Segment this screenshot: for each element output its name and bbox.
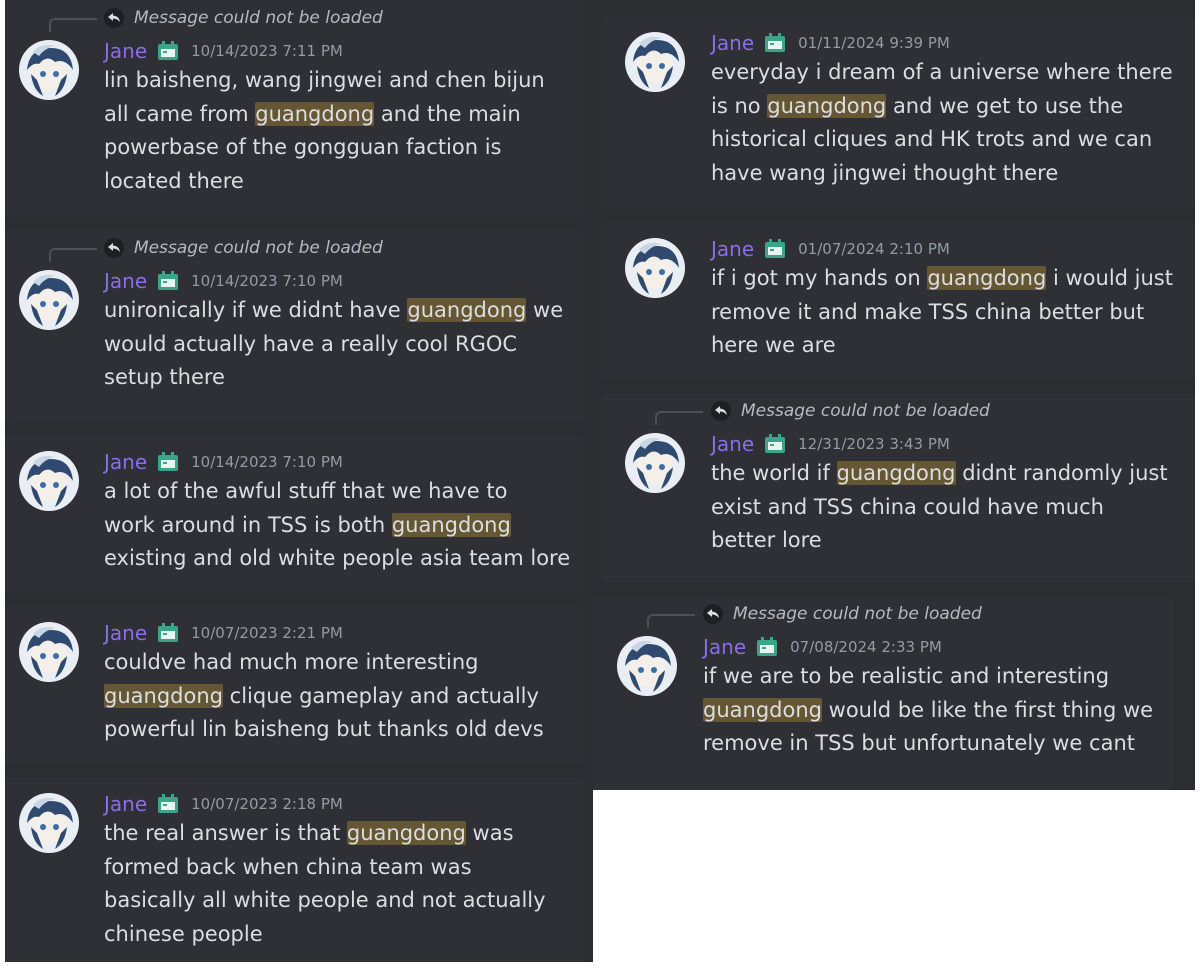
timestamp: 10/14/2023 7:11 PM — [191, 42, 343, 60]
highlighted-keyword: guangdong — [767, 93, 887, 118]
highlighted-keyword: guangdong — [703, 697, 822, 722]
chat-message[interactable]: Jane 10/14/2023 7:10 PM a lot of the awfu… — [5, 435, 584, 593]
calendar-badge-icon — [157, 623, 179, 643]
reply-spine — [49, 248, 97, 262]
calendar-badge-icon — [157, 271, 179, 291]
username[interactable]: Jane — [104, 791, 147, 817]
username[interactable]: Jane — [711, 431, 754, 457]
message-text: the world if guangdong didnt randomly ju… — [711, 457, 1186, 558]
avatar[interactable] — [625, 238, 685, 298]
reply-reference[interactable]: Message could not be loaded — [5, 236, 584, 262]
reply-arrow-icon — [104, 238, 124, 258]
timestamp: 10/07/2023 2:21 PM — [191, 624, 343, 642]
reply-reference[interactable]: Message could not be loaded — [593, 602, 1173, 628]
chat-message[interactable]: Jane 10/07/2023 2:21 PM couldve had much … — [5, 606, 584, 764]
highlighted-keyword: guangdong — [255, 101, 375, 126]
chat-message[interactable]: Message could not be loaded Jane 12/31/2… — [601, 393, 1194, 583]
calendar-badge-icon — [157, 794, 179, 814]
message-text: lin baisheng, wang jingwei and chen biju… — [104, 64, 576, 198]
avatar[interactable] — [19, 270, 79, 330]
message-header: Jane 10/07/2023 2:21 PM — [104, 620, 343, 646]
username[interactable]: Jane — [104, 620, 147, 646]
username[interactable]: Jane — [104, 449, 147, 475]
avatar[interactable] — [19, 40, 79, 100]
username[interactable]: Jane — [104, 38, 147, 64]
reply-spine — [647, 614, 695, 628]
chat-message[interactable]: Message could not be loaded Jane 07/08/2… — [593, 596, 1173, 790]
message-text: the real answer is that guangdong was fo… — [104, 817, 576, 951]
chat-message[interactable]: Jane 01/07/2024 2:10 PM if i got my hands… — [601, 222, 1194, 380]
message-text: couldve had much more interesting guangd… — [104, 646, 576, 747]
message-text: everyday i dream of a universe where the… — [711, 56, 1186, 190]
reply-arrow-icon — [703, 604, 723, 624]
username[interactable]: Jane — [711, 30, 754, 56]
message-text-segment: existing and old white people asia team … — [104, 546, 571, 570]
reply-arrow-icon — [711, 401, 731, 421]
chat-message[interactable]: Jane 01/11/2024 9:39 PM everyday i dream … — [601, 16, 1194, 209]
timestamp: 12/31/2023 3:43 PM — [798, 435, 950, 453]
chat-message[interactable]: Message could not be loaded Jane 10/14/2… — [5, 230, 584, 422]
calendar-badge-icon — [157, 452, 179, 472]
message-header: Jane 01/11/2024 9:39 PM — [711, 30, 950, 56]
avatar[interactable] — [19, 451, 79, 511]
timestamp: 07/08/2024 2:33 PM — [790, 638, 942, 656]
reply-placeholder-text: Message could not be loaded — [733, 604, 982, 624]
calendar-badge-icon — [157, 41, 179, 61]
highlighted-keyword: guangdong — [407, 298, 527, 322]
message-text: unironically if we didnt have guangdong … — [104, 294, 576, 395]
calendar-badge-icon — [764, 434, 786, 454]
username[interactable]: Jane — [711, 236, 754, 262]
chat-message[interactable]: Message could not be loaded Jane 10/14/2… — [5, 0, 584, 217]
calendar-badge-icon — [764, 239, 786, 259]
username[interactable]: Jane — [703, 634, 746, 660]
message-header: Jane 07/08/2024 2:33 PM — [703, 634, 942, 660]
reply-placeholder-text: Message could not be loaded — [134, 238, 383, 258]
timestamp: 01/11/2024 9:39 PM — [798, 34, 950, 52]
message-text: if i got my hands on guangdong i would j… — [711, 262, 1186, 363]
avatar[interactable] — [617, 636, 677, 696]
avatar[interactable] — [19, 793, 79, 853]
highlighted-keyword: guangdong — [104, 683, 223, 708]
timestamp: 01/07/2024 2:10 PM — [798, 240, 950, 258]
message-header: Jane 10/14/2023 7:10 PM — [104, 268, 343, 294]
message-text-segment: the world if — [711, 461, 837, 485]
message-text-segment: if we are to be realistic and interestin… — [703, 664, 1110, 688]
avatar[interactable] — [19, 622, 79, 682]
avatar[interactable] — [625, 32, 685, 92]
avatar[interactable] — [625, 433, 685, 493]
username[interactable]: Jane — [104, 268, 147, 294]
reply-spine — [49, 18, 97, 32]
message-header: Jane 10/14/2023 7:11 PM — [104, 38, 343, 64]
timestamp: 10/07/2023 2:18 PM — [191, 795, 343, 813]
timestamp: 10/14/2023 7:10 PM — [191, 453, 343, 471]
timestamp: 10/14/2023 7:10 PM — [191, 272, 343, 290]
reply-reference[interactable]: Message could not be loaded — [5, 6, 584, 32]
message-text-segment: the real answer is that — [104, 821, 347, 845]
highlighted-keyword: guangdong — [836, 461, 956, 485]
reply-placeholder-text: Message could not be loaded — [134, 8, 383, 28]
chat-message[interactable]: Jane 10/07/2023 2:18 PM the real answer i… — [5, 777, 584, 962]
calendar-badge-icon — [764, 33, 786, 53]
message-text-segment: unironically if we didnt have — [104, 298, 408, 322]
message-header: Jane 12/31/2023 3:43 PM — [711, 431, 950, 457]
calendar-badge-icon — [756, 637, 778, 657]
message-text-segment: if i got my hands on — [711, 266, 928, 290]
message-header: Jane 01/07/2024 2:10 PM — [711, 236, 950, 262]
message-text: if we are to be realistic and interestin… — [703, 660, 1165, 761]
message-text-segment: couldve had much more interesting — [104, 650, 479, 674]
reply-placeholder-text: Message could not be loaded — [741, 401, 990, 421]
reply-arrow-icon — [104, 8, 124, 28]
highlighted-keyword: guangdong — [346, 821, 466, 845]
message-text: a lot of the awful stuff that we have to… — [104, 475, 576, 576]
reply-reference[interactable]: Message could not be loaded — [601, 399, 1194, 425]
message-header: Jane 10/07/2023 2:18 PM — [104, 791, 343, 817]
highlighted-keyword: guangdong — [927, 266, 1047, 290]
message-header: Jane 10/14/2023 7:10 PM — [104, 449, 343, 475]
highlighted-keyword: guangdong — [391, 512, 511, 537]
reply-spine — [655, 411, 703, 425]
